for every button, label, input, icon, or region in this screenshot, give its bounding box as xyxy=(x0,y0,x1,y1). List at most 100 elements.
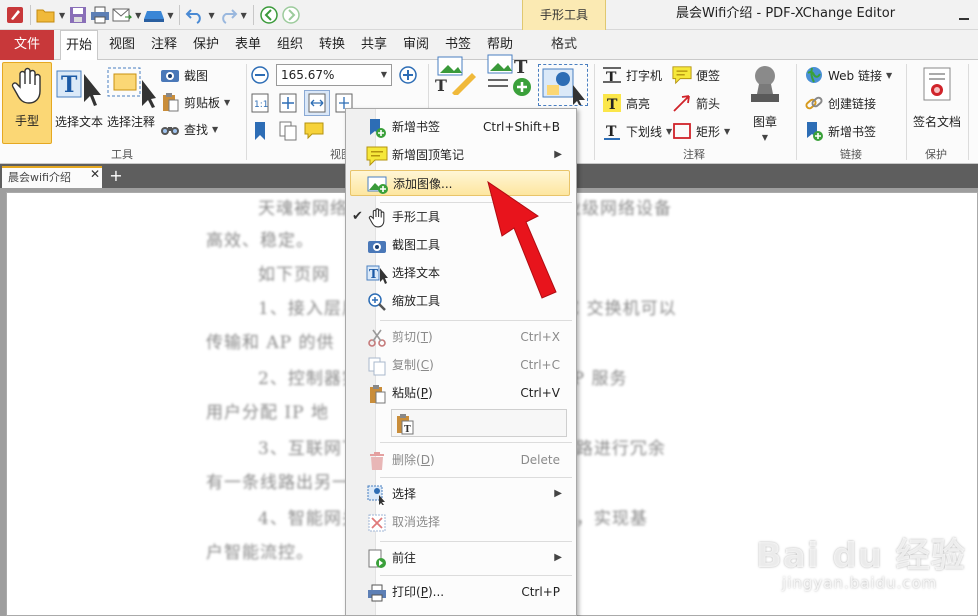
snapshot-button[interactable]: 截图 xyxy=(160,64,208,86)
tab-protect[interactable]: 保护 xyxy=(188,30,224,60)
menu-item-select[interactable]: 选择 ▶ xyxy=(346,481,576,507)
clipboard-button[interactable]: 剪贴板 ▼ xyxy=(160,91,230,113)
typewriter-button[interactable]: T 打字机 xyxy=(602,64,662,86)
menu-item-delete[interactable]: 删除(D) Delete xyxy=(346,447,576,473)
tab-organize[interactable]: 组织 xyxy=(272,30,308,60)
email-icon[interactable] xyxy=(111,4,133,26)
chevron-down-icon[interactable]: ▼ xyxy=(762,133,768,142)
fit-width-button[interactable] xyxy=(304,90,330,116)
hand-tool-button[interactable]: 手型 xyxy=(2,62,52,144)
pages-view-button[interactable] xyxy=(278,120,302,142)
chevron-down-icon[interactable]: ▼ xyxy=(212,125,218,134)
menu-item-label: 添加图像... xyxy=(393,177,453,191)
sign-document-button[interactable]: 签名文档 xyxy=(908,62,966,144)
print-icon[interactable] xyxy=(89,4,111,26)
tab-home[interactable]: 开始 xyxy=(60,30,98,61)
svg-text:T: T xyxy=(404,425,411,435)
rectangle-button[interactable]: 矩形 ▼ xyxy=(672,120,730,142)
add-bookmark-ribbon-button[interactable]: 新增书签 xyxy=(804,120,876,142)
sticky-note-icon xyxy=(672,65,692,85)
arrow-button[interactable]: 箭头 xyxy=(672,92,720,114)
sticky-note-icon xyxy=(366,145,388,167)
underline-label: 下划线 xyxy=(626,124,663,139)
paste-text-icon: T xyxy=(394,413,416,435)
zoom-in-button[interactable] xyxy=(398,64,422,86)
actual-size-button[interactable]: 1:1 xyxy=(250,92,274,114)
menu-item-add-bookmark[interactable]: 新增书签 Ctrl+Shift+B xyxy=(346,114,576,140)
find-button[interactable]: 查找 ▼ xyxy=(160,118,218,140)
links-group-label: 链接 xyxy=(840,148,862,161)
scan-icon[interactable] xyxy=(143,4,165,26)
comments-view-button[interactable] xyxy=(304,120,328,142)
chevron-down-icon[interactable]: ▼ xyxy=(886,71,892,80)
menu-item-shortcut: Ctrl+P xyxy=(521,585,560,599)
chevron-down-icon[interactable]: ▼ xyxy=(59,11,65,20)
menu-item-paste[interactable]: 粘贴(P) Ctrl+V xyxy=(346,380,576,406)
chevron-down-icon[interactable]: ▼ xyxy=(724,127,730,136)
menu-item-add-sticky-note[interactable]: 新增固顶笔记 ▶ xyxy=(346,142,576,168)
chevron-down-icon[interactable]: ▼ xyxy=(241,11,247,20)
paste-text-option[interactable]: T xyxy=(392,410,422,436)
select-annotation-button[interactable]: 选择注释 xyxy=(106,62,156,144)
save-icon[interactable] xyxy=(67,4,89,26)
select-object-icon xyxy=(366,484,388,506)
highlight-button[interactable]: T 高亮 xyxy=(602,92,650,114)
menu-item-copy[interactable]: 复制(C) Ctrl+C xyxy=(346,352,576,378)
submenu-arrow-icon: ▶ xyxy=(554,488,562,499)
minimize-icon[interactable] xyxy=(956,6,972,22)
undo-icon[interactable] xyxy=(184,4,206,26)
menu-item-ellipsis: ... xyxy=(432,585,445,599)
add-image-object-button[interactable]: T xyxy=(486,54,538,96)
clipboard-icon xyxy=(160,92,180,112)
web-link-button[interactable]: Web 链接 ▼ xyxy=(804,64,892,86)
zoom-out-button[interactable] xyxy=(250,64,274,86)
chevron-down-icon[interactable]: ▼ xyxy=(167,11,173,20)
chevron-down-icon[interactable]: ▼ xyxy=(224,98,230,107)
tab-convert[interactable]: 转换 xyxy=(314,30,350,60)
menu-item-label: 粘贴 xyxy=(392,386,417,400)
submenu-arrow-icon: ▶ xyxy=(554,149,562,160)
menu-separator xyxy=(380,575,572,576)
camera-icon xyxy=(160,65,180,85)
tab-share[interactable]: 共享 xyxy=(356,30,392,60)
sticky-note-button[interactable]: 便签 xyxy=(672,64,720,86)
create-link-button[interactable]: 创建链接 xyxy=(804,92,876,114)
menu-item-cut[interactable]: 剪切(T) Ctrl+X xyxy=(346,324,576,350)
chevron-down-icon[interactable]: ▼ xyxy=(208,11,214,20)
hand-icon xyxy=(366,207,388,229)
tab-file[interactable]: 文件 xyxy=(0,30,54,60)
redo-icon[interactable] xyxy=(217,4,239,26)
underline-button[interactable]: T 下划线 ▼ xyxy=(602,120,672,142)
select-text-button[interactable]: T 选择文本 xyxy=(54,62,104,144)
select-text-icon: T xyxy=(366,263,388,285)
document-tab[interactable]: 晨会wifi介绍 xyxy=(2,166,102,188)
tab-format[interactable]: 格式 xyxy=(522,30,606,60)
chevron-down-icon[interactable]: ▼ xyxy=(135,11,141,20)
app-logo-icon[interactable] xyxy=(4,4,26,26)
tab-view[interactable]: 视图 xyxy=(104,30,140,60)
fit-page-button[interactable] xyxy=(278,92,302,114)
add-image-ribbon-button[interactable]: T xyxy=(434,56,486,95)
tab-review[interactable]: 审阅 xyxy=(398,30,434,60)
zoom-level-select[interactable]: 165.67% ▼ xyxy=(276,64,392,86)
tab-comment[interactable]: 注释 xyxy=(146,30,182,60)
doc-line: 如下页网 xyxy=(258,265,330,285)
chevron-down-icon[interactable]: ▼ xyxy=(381,65,387,85)
bookmark-view-button[interactable] xyxy=(250,120,274,142)
select-object-icon xyxy=(539,65,587,105)
menu-item-deselect[interactable]: 取消选择 xyxy=(346,509,576,535)
forward-icon[interactable] xyxy=(280,4,302,26)
close-icon[interactable]: ✕ xyxy=(90,167,100,181)
check-icon: ✔ xyxy=(352,209,363,224)
open-folder-icon[interactable] xyxy=(35,4,57,26)
menu-item-print[interactable]: 打印(P)... Ctrl+P xyxy=(346,579,576,605)
new-tab-plus-icon[interactable]: + xyxy=(108,166,124,186)
menu-item-go-to[interactable]: 前往 ▶ xyxy=(346,545,576,571)
select-object-button[interactable] xyxy=(538,64,588,106)
stamp-button[interactable]: 图章 ▼ xyxy=(738,62,792,144)
add-bookmark-label: 新增书签 xyxy=(828,124,877,139)
tab-form[interactable]: 表单 xyxy=(230,30,266,60)
baidu-watermark: Bai du 经验 jingyan.baidu.com xyxy=(756,528,966,608)
back-icon[interactable] xyxy=(258,4,280,26)
highlight-icon: T xyxy=(602,93,622,113)
